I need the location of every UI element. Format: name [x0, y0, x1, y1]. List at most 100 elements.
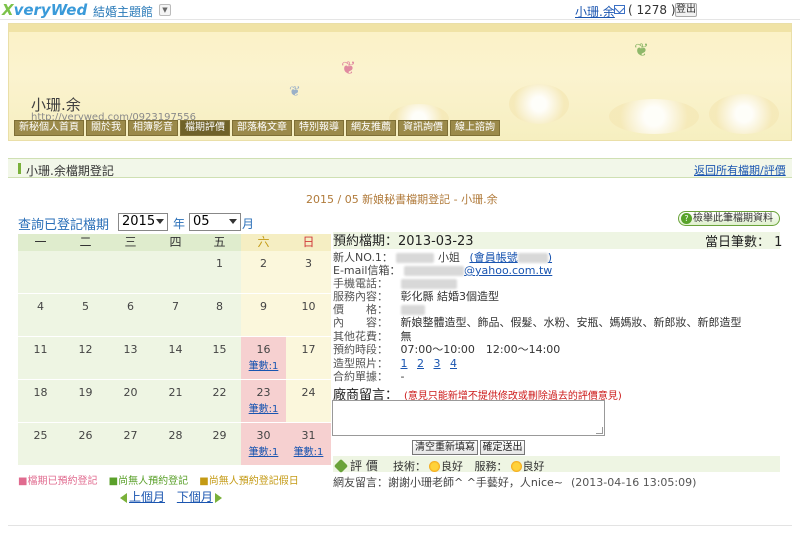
day-number: 7: [172, 300, 179, 313]
clear-button[interactable]: 清空重新填寫: [412, 440, 478, 455]
day-number: 24: [301, 386, 316, 399]
calendar-day[interactable]: 2: [241, 251, 286, 293]
nav-item[interactable]: 檔期評價: [180, 120, 230, 136]
booking-count-link[interactable]: 筆數:1: [241, 357, 286, 372]
prev-month-link[interactable]: 上個月: [129, 490, 165, 504]
calendar-day[interactable]: 18: [18, 380, 63, 422]
service-eval-value: 良好: [522, 460, 545, 473]
calendar-day[interactable]: 19: [63, 380, 108, 422]
resize-handle-icon[interactable]: [596, 427, 603, 434]
banner-stripe: [9, 24, 791, 32]
chevron-down-icon[interactable]: ▼: [159, 4, 171, 16]
mail-icon[interactable]: [614, 5, 625, 14]
query-label: 查詢已登記檔期: [18, 218, 110, 233]
year-select[interactable]: 2015: [118, 213, 168, 231]
calendar-day[interactable]: 5: [63, 294, 108, 336]
calendar-day[interactable]: 1: [198, 251, 241, 293]
calendar-day[interactable]: 22: [198, 380, 241, 422]
booking-count-link[interactable]: 筆數:1: [286, 443, 331, 458]
calendar-day[interactable]: 16 筆數:1: [241, 337, 286, 379]
back-to-all-link[interactable]: 返回所有檔期/評價: [694, 162, 786, 178]
calendar-day[interactable]: 3: [286, 251, 331, 293]
submit-button[interactable]: 確定送出: [480, 440, 525, 455]
calendar-day[interactable]: 31 筆數:1: [286, 423, 331, 465]
section-title: 小珊.余檔期登記: [26, 164, 114, 178]
calendar-day[interactable]: 11: [18, 337, 63, 379]
chevron-down-icon: [229, 219, 237, 224]
message-textarea[interactable]: [332, 400, 605, 436]
photo-link[interactable]: 2: [417, 357, 424, 370]
day-number: 21: [168, 386, 183, 399]
day-number: [153, 251, 198, 257]
theme-link[interactable]: 結婚主題館: [93, 3, 153, 20]
calendar-day[interactable]: 20: [108, 380, 153, 422]
next-month-link[interactable]: 下個月: [177, 490, 213, 504]
chevron-down-icon: [156, 219, 164, 224]
mail-count[interactable]: ( 1278 ): [628, 3, 676, 17]
month-value: 05: [193, 214, 210, 229]
nav-item[interactable]: 部落格文章: [232, 120, 292, 136]
day-number: 15: [212, 343, 227, 356]
legend-holiday: ■尚無人預約登記假日: [199, 476, 299, 487]
day-number: 11: [33, 343, 48, 356]
calendar-day[interactable]: 29: [198, 423, 241, 465]
weekday-header: 三: [108, 234, 153, 251]
calendar-day[interactable]: 24: [286, 380, 331, 422]
day-number: [63, 251, 108, 257]
calendar-day[interactable]: 21: [153, 380, 198, 422]
calendar-day[interactable]: 7: [153, 294, 198, 336]
verywed-logo[interactable]: XveryWed: [2, 1, 87, 19]
nav-item[interactable]: 新秘個人首頁: [14, 120, 84, 136]
calendar-day[interactable]: 26: [63, 423, 108, 465]
calendar-day[interactable]: 15: [198, 337, 241, 379]
content-value: 新娘整體造型、飾品、假髮、水粉、安瓶、媽媽妝、新郎妝、新郎造型: [400, 316, 742, 329]
evaluation-title: 評 價: [333, 457, 378, 474]
calendar-empty-cell: [153, 251, 198, 293]
arrow-right-icon: [214, 492, 222, 503]
nav-item[interactable]: 網友推薦: [346, 120, 396, 136]
day-number: [108, 251, 153, 257]
nav-item[interactable]: 相簿影音: [128, 120, 178, 136]
calendar-day[interactable]: 4: [18, 294, 63, 336]
logout-button[interactable]: 登出: [675, 3, 697, 17]
calendar-day[interactable]: 17: [286, 337, 331, 379]
contract-row: 合約單據： -: [333, 368, 404, 384]
email-domain[interactable]: @yahoo.com.tw: [464, 264, 552, 277]
calendar-day[interactable]: 28: [153, 423, 198, 465]
booking-count-link[interactable]: 筆數:1: [241, 400, 286, 415]
report-button[interactable]: ? 檢舉此筆檔期資料: [678, 211, 780, 226]
calendar-empty-cell: [108, 251, 153, 293]
photo-link[interactable]: 3: [434, 357, 441, 370]
weekday-header: 二: [63, 234, 108, 251]
evaluation-items: 技術： 良好 服務： 良好: [393, 458, 545, 474]
legend-none: ■尚無人預約登記: [108, 476, 189, 487]
calendar-day[interactable]: 14: [153, 337, 198, 379]
calendar-day[interactable]: 23 筆數:1: [241, 380, 286, 422]
nav-item[interactable]: 關於我: [86, 120, 126, 136]
booking-count-link[interactable]: 筆數:1: [241, 443, 286, 458]
photo-link[interactable]: 4: [450, 357, 457, 370]
calendar-day[interactable]: 13: [108, 337, 153, 379]
calendar-day[interactable]: 6: [108, 294, 153, 336]
flower-decoration: [609, 99, 699, 134]
user-link[interactable]: 小珊.余: [575, 3, 615, 20]
user-comment: 網友留言：謝謝小珊老師^ ^手藝好，人nice~ (2013-04-16 13:0…: [333, 474, 696, 490]
day-number: 27: [123, 429, 138, 442]
legend-booked: ■檔期已預約登記: [18, 476, 98, 487]
calendar-day[interactable]: 27: [108, 423, 153, 465]
calendar-day[interactable]: 8: [198, 294, 241, 336]
contract-label: 合約單據：: [333, 370, 388, 383]
calendar-day[interactable]: 25: [18, 423, 63, 465]
month-select[interactable]: 05: [189, 213, 241, 231]
calendar-day[interactable]: 10: [286, 294, 331, 336]
calendar-day[interactable]: 12: [63, 337, 108, 379]
calendar-day[interactable]: 9: [241, 294, 286, 336]
logo-text: veryWed: [13, 1, 88, 19]
nav-item[interactable]: 特別報導: [294, 120, 344, 136]
butterfly-icon: ❦: [634, 40, 650, 61]
nav-item[interactable]: 線上諮詢: [450, 120, 500, 136]
calendar-day[interactable]: 30 筆數:1: [241, 423, 286, 465]
day-number: 18: [33, 386, 48, 399]
nav-item[interactable]: 資訊詢價: [398, 120, 448, 136]
comment-time: (2013-04-16 13:05:09): [571, 476, 697, 489]
